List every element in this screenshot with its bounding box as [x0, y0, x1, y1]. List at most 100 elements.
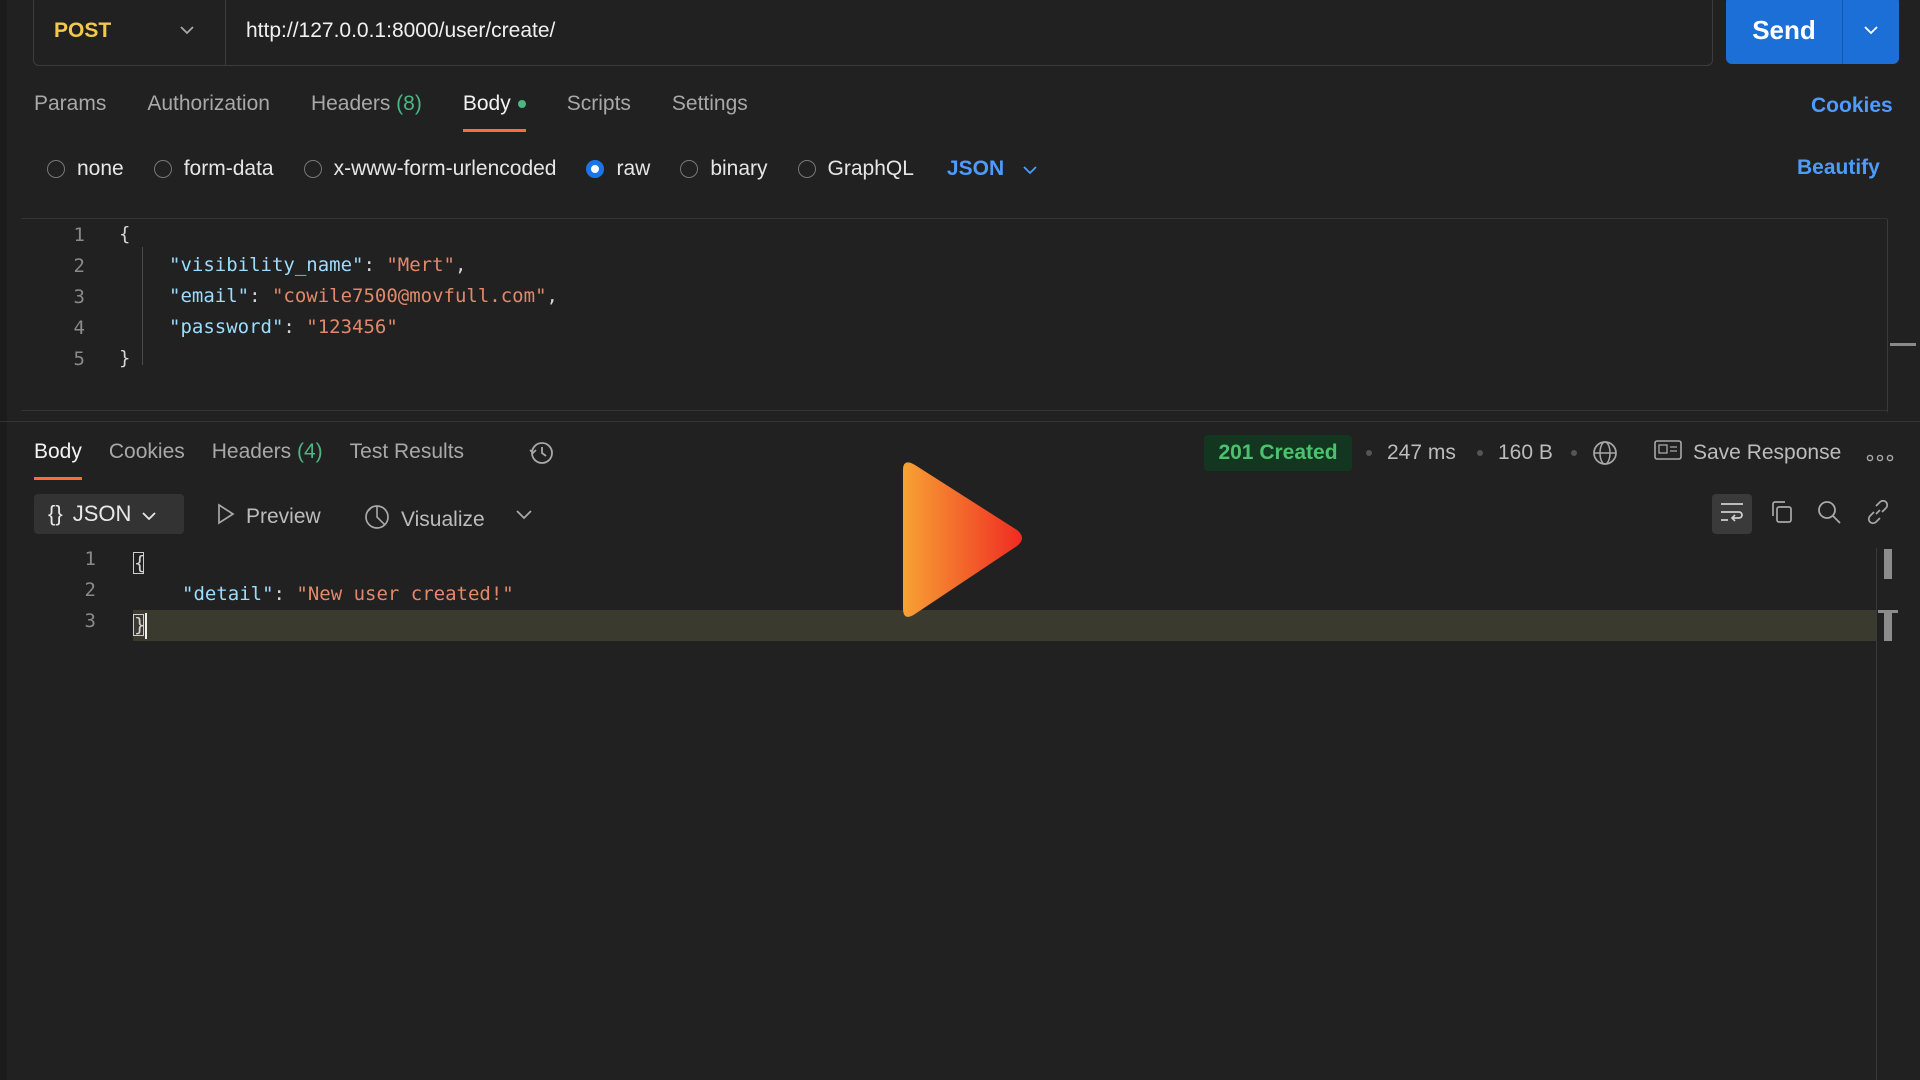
- tab-settings[interactable]: Settings: [672, 92, 748, 132]
- play-icon[interactable]: [893, 458, 1027, 627]
- radio-binary[interactable]: binary: [680, 157, 768, 181]
- tab-label: Headers: [211, 440, 292, 463]
- preview-icon: [216, 503, 246, 531]
- tab-label: Body: [34, 440, 82, 463]
- scrollbar-thumb[interactable]: [1890, 343, 1916, 346]
- radio-label: none: [77, 157, 124, 180]
- url-input[interactable]: http://127.0.0.1:8000/user/create/: [226, 19, 555, 43]
- radio-label: raw: [616, 157, 651, 180]
- method-select[interactable]: POST: [34, 0, 226, 65]
- url-bar: POST http://127.0.0.1:8000/user/create/: [33, 0, 1713, 66]
- line-number: 2: [73, 255, 85, 277]
- globe-icon[interactable]: [1591, 439, 1619, 472]
- tab-body[interactable]: Body: [462, 92, 526, 132]
- brace-close: }: [119, 347, 131, 369]
- send-options-chevron-icon[interactable]: [1843, 25, 1899, 35]
- send-button[interactable]: Send: [1726, 0, 1899, 64]
- scrollbar-track[interactable]: [1876, 548, 1877, 1080]
- radio-form-data[interactable]: form-data: [153, 157, 274, 181]
- method-label: POST: [54, 19, 112, 42]
- tab-response-body[interactable]: Body: [34, 440, 82, 480]
- history-icon[interactable]: [527, 438, 557, 473]
- json-value: "Mert": [386, 254, 455, 276]
- json-comma: ,: [546, 285, 558, 307]
- code-line: "email": "cowile7500@movfull.com",: [169, 285, 558, 307]
- json-value: "cowile7500@movfull.com": [271, 285, 547, 307]
- response-view-select[interactable]: {} JSON: [34, 494, 184, 534]
- tab-label: Headers: [310, 92, 391, 115]
- send-label: Send: [1726, 0, 1843, 64]
- format-label: JSON: [946, 157, 1005, 180]
- tab-count: (8): [396, 92, 422, 115]
- cookies-link[interactable]: Cookies: [1811, 94, 1893, 118]
- response-body-viewer[interactable]: 1 2 3 { "detail": "New user created!" }: [0, 548, 1920, 1080]
- radio-circle[interactable]: [47, 160, 65, 178]
- visualize-label: Visualize: [401, 508, 485, 531]
- radio-circle[interactable]: [303, 160, 322, 178]
- scrollbar-thumb[interactable]: [1884, 549, 1892, 579]
- beautify-button[interactable]: Beautify: [1797, 156, 1880, 180]
- radio-graphql[interactable]: GraphQL: [797, 157, 914, 181]
- line-number: 5: [73, 348, 85, 370]
- wrap-lines-button[interactable]: [1712, 494, 1752, 534]
- format-select[interactable]: JSON: [947, 157, 1038, 181]
- response-size[interactable]: 160 B: [1498, 441, 1553, 465]
- response-tabs: Body Cookies Headers (4) Test Results: [34, 440, 491, 480]
- link-button[interactable]: [1858, 494, 1898, 534]
- radio-raw[interactable]: raw: [586, 157, 650, 181]
- chevron-down-icon: [179, 22, 195, 40]
- radio-circle-checked[interactable]: [586, 160, 605, 178]
- radio-urlencoded[interactable]: x-www-form-urlencoded: [303, 157, 556, 181]
- indent-guide: [142, 247, 143, 365]
- request-tabs: Params Authorization Headers (8) Body Sc…: [34, 92, 789, 132]
- status-badge[interactable]: 201 Created: [1204, 435, 1352, 471]
- preview-button[interactable]: Preview: [216, 503, 321, 531]
- view-label: JSON: [72, 501, 132, 526]
- tab-response-cookies[interactable]: Cookies: [109, 440, 185, 480]
- scrollbar-track[interactable]: [1887, 219, 1888, 412]
- radio-label: GraphQL: [827, 157, 914, 180]
- save-response-button[interactable]: Save Response: [1654, 439, 1841, 467]
- tab-headers[interactable]: Headers (8): [311, 92, 422, 132]
- save-icon: [1654, 439, 1693, 467]
- line-number: 3: [73, 286, 85, 308]
- radio-circle[interactable]: [153, 160, 172, 178]
- copy-button[interactable]: [1762, 494, 1802, 534]
- tab-scripts[interactable]: Scripts: [567, 92, 631, 132]
- json-key: "password": [169, 316, 284, 338]
- chevron-down-icon: [1004, 157, 1038, 181]
- code-line: "password": "123456": [169, 316, 398, 338]
- tab-label: Params: [34, 92, 107, 115]
- radio-circle[interactable]: [797, 160, 816, 178]
- more-icon[interactable]: [1866, 449, 1894, 467]
- radio-none[interactable]: none: [47, 157, 124, 181]
- braces-icon: {}: [48, 501, 63, 526]
- pane-divider[interactable]: [0, 421, 1920, 422]
- line-number: 1: [84, 548, 96, 570]
- line-number: 4: [73, 317, 85, 339]
- tab-test-results[interactable]: Test Results: [350, 440, 464, 480]
- visualize-chevron-icon[interactable]: [515, 508, 543, 520]
- tab-params[interactable]: Params: [34, 92, 106, 132]
- link-icon: [1865, 499, 1891, 530]
- code-line: }: [119, 343, 130, 374]
- json-comma: ,: [455, 254, 467, 276]
- radio-circle[interactable]: [680, 160, 699, 178]
- radio-label: binary: [710, 157, 768, 180]
- visualize-button[interactable]: Visualize: [363, 503, 485, 537]
- radio-label: form-data: [183, 157, 274, 180]
- tab-authorization[interactable]: Authorization: [147, 92, 270, 132]
- wrap-icon: [1719, 501, 1745, 528]
- json-key: "detail": [182, 583, 274, 605]
- bracket-match-box: [133, 552, 144, 574]
- search-button[interactable]: [1809, 494, 1849, 534]
- tab-label: Settings: [671, 92, 748, 115]
- request-body-editor[interactable]: 1 2 3 4 5 { "visibility_name": "Mert", "…: [21, 218, 1888, 412]
- code-line: "visibility_name": "Mert",: [169, 254, 467, 276]
- tab-label: Scripts: [566, 92, 631, 115]
- code-line: {: [119, 219, 130, 250]
- tab-label: Body: [462, 92, 511, 115]
- response-time[interactable]: 247 ms: [1387, 441, 1456, 465]
- tab-response-headers[interactable]: Headers (4): [212, 440, 323, 480]
- json-value: "New user created!": [296, 583, 514, 605]
